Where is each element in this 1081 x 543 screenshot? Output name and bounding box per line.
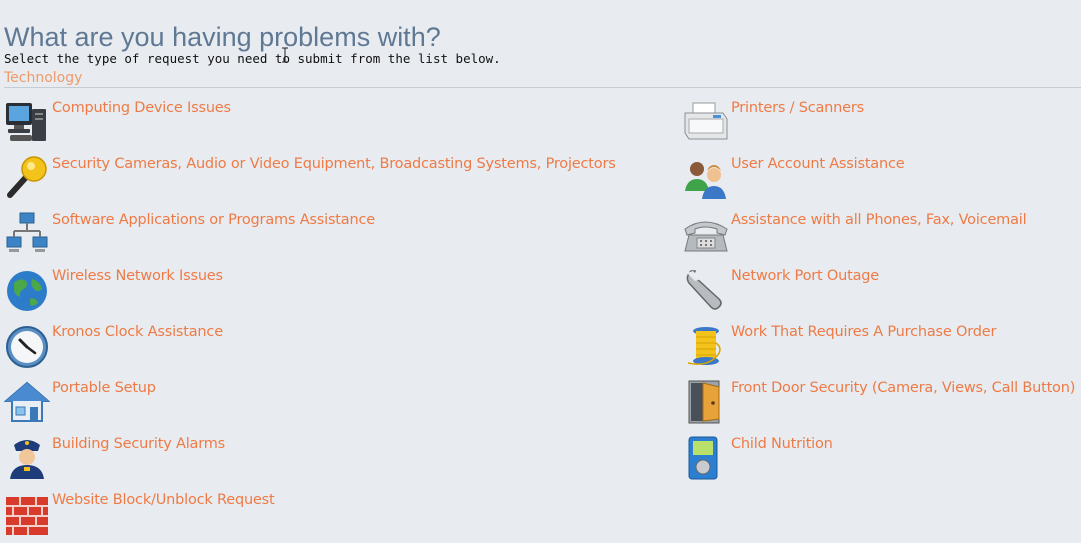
request-user-account-assistance[interactable]: User Account Assistance bbox=[683, 153, 1078, 205]
request-phones-fax-voicemail[interactable]: Assistance with all Phones, Fax, Voicema… bbox=[683, 209, 1078, 261]
network-computers-icon bbox=[6, 212, 48, 252]
request-label: Child Nutrition bbox=[731, 436, 833, 452]
police-officer-icon bbox=[10, 440, 44, 479]
request-label: Work That Requires A Purchase Order bbox=[731, 324, 997, 340]
telephone-icon bbox=[684, 221, 728, 252]
request-label: Computing Device Issues bbox=[52, 100, 231, 116]
wrench-icon bbox=[686, 270, 722, 310]
request-printers-scanners[interactable]: Printers / Scanners bbox=[683, 97, 1078, 149]
request-software-applications[interactable]: Software Applications or Programs Assist… bbox=[4, 209, 604, 261]
request-label: Kronos Clock Assistance bbox=[52, 324, 223, 340]
clock-icon bbox=[6, 326, 48, 368]
thread-spool-icon bbox=[687, 327, 721, 365]
door-icon bbox=[688, 380, 720, 424]
page-instructions: Select the type of request you need to s… bbox=[4, 51, 501, 66]
page-title: What are you having problems with? bbox=[4, 22, 441, 53]
request-child-nutrition[interactable]: Child Nutrition bbox=[683, 433, 1078, 485]
microphone-icon bbox=[7, 156, 47, 198]
request-network-port-outage[interactable]: Network Port Outage bbox=[683, 265, 1078, 317]
request-label: Building Security Alarms bbox=[52, 436, 226, 452]
globe-icon bbox=[7, 271, 47, 311]
request-label: Wireless Network Issues bbox=[52, 268, 223, 284]
section-heading-technology: Technology bbox=[4, 70, 83, 86]
section-divider bbox=[4, 87, 1081, 88]
request-purchase-order-work[interactable]: Work That Requires A Purchase Order bbox=[683, 321, 1078, 373]
request-security-cameras-av[interactable]: Security Cameras, Audio or Video Equipme… bbox=[4, 153, 616, 205]
computer-icon bbox=[6, 103, 46, 141]
firewall-icon bbox=[6, 497, 48, 535]
request-label: User Account Assistance bbox=[731, 156, 905, 172]
request-kronos-clock-assistance[interactable]: Kronos Clock Assistance bbox=[4, 321, 604, 373]
request-building-security-alarms[interactable]: Building Security Alarms bbox=[4, 433, 604, 485]
request-front-door-security[interactable]: Front Door Security (Camera, Views, Call… bbox=[683, 377, 1078, 429]
device-icon bbox=[688, 436, 718, 480]
request-portable-setup[interactable]: Portable Setup bbox=[4, 377, 604, 429]
request-website-block-unblock[interactable]: Website Block/Unblock Request bbox=[4, 489, 604, 541]
request-label: Software Applications or Programs Assist… bbox=[52, 212, 375, 228]
text-cursor-icon bbox=[282, 47, 288, 63]
request-label: Printers / Scanners bbox=[731, 100, 864, 116]
request-label: Website Block/Unblock Request bbox=[52, 492, 275, 508]
request-label: Portable Setup bbox=[52, 380, 156, 396]
request-label: Front Door Security (Camera, Views, Call… bbox=[731, 380, 1076, 396]
request-label: Network Port Outage bbox=[731, 268, 880, 284]
request-label: Security Cameras, Audio or Video Equipme… bbox=[52, 156, 616, 172]
printer-icon bbox=[684, 102, 728, 140]
house-icon bbox=[4, 381, 50, 422]
users-icon bbox=[685, 162, 726, 199]
request-computing-device-issues[interactable]: Computing Device Issues bbox=[4, 97, 604, 149]
request-label: Assistance with all Phones, Fax, Voicema… bbox=[731, 212, 1027, 228]
request-wireless-network-issues[interactable]: Wireless Network Issues bbox=[4, 265, 604, 317]
